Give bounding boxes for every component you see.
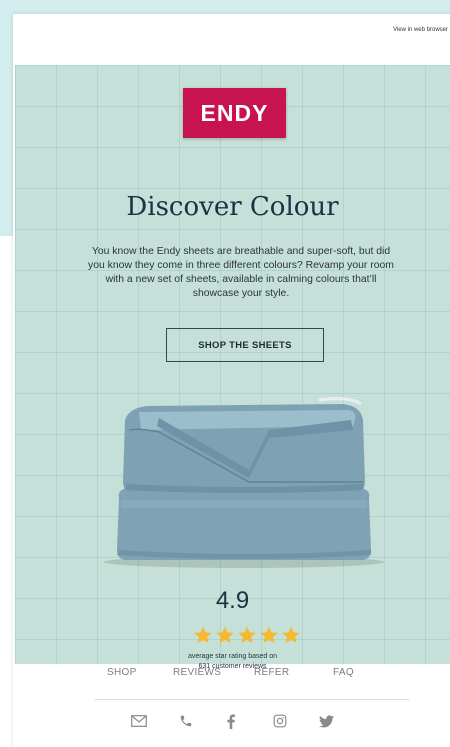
footer-link-shop[interactable]: SHOP [107,667,137,678]
star-icon [260,626,278,644]
facebook-icon[interactable] [222,712,240,730]
email-icon[interactable] [130,712,148,730]
star-icon [238,626,256,644]
footer-link-refer[interactable]: REFER [254,667,289,678]
hero-body-text: You know the Endy sheets are breathable … [88,246,394,299]
footer-link-faq[interactable]: FAQ [333,667,354,678]
star-icon [216,626,234,644]
rating-value: 4.9 [215,587,250,614]
star-icon [194,626,212,644]
footer-nav: SHOP REVIEWS REFER FAQ [13,667,450,687]
star-icon [282,626,300,644]
logo-text: ENDY [200,99,269,126]
email-card: View in web browser ENDY Discover Colour… [13,14,450,747]
view-in-browser-link[interactable]: View in web browser [393,27,448,33]
phone-icon[interactable] [177,712,195,730]
cta-label: SHOP THE SHEETS [198,339,292,351]
folded-sheets-image [104,397,384,568]
footer-divider [95,699,409,700]
shop-the-sheets-button[interactable]: SHOP THE SHEETS [166,328,324,362]
instagram-icon[interactable] [271,712,289,730]
endy-logo[interactable]: ENDY [183,88,286,138]
footer-link-reviews[interactable]: REVIEWS [173,667,221,678]
hero-headline: Discover Colour [126,192,339,222]
twitter-icon[interactable] [317,712,335,730]
star-rating [193,625,303,645]
hero-section: ENDY Discover Colour You know the Endy s… [15,65,450,670]
rating-caption-line1: average star rating based on [187,653,278,660]
